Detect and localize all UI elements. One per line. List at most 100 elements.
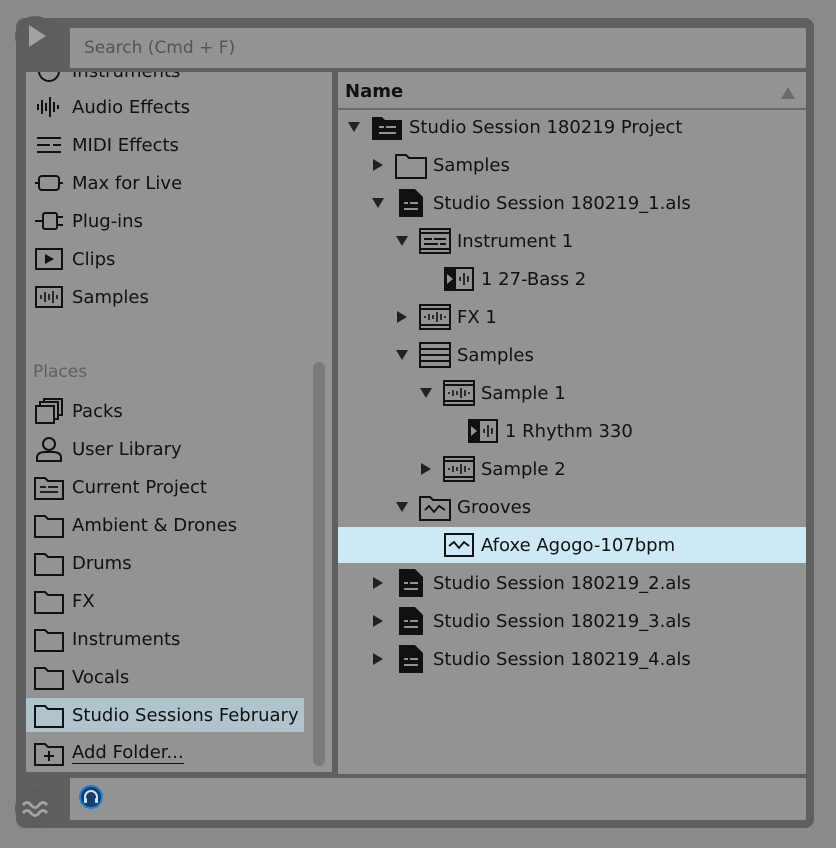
sidebar-item-label: Samples [72,286,149,308]
max-for-live-icon [34,169,64,197]
tree-row-label: Studio Session 180219_4.als [433,648,691,670]
sidebar-item-label: User Library [72,438,182,460]
audio-track-icon [443,455,475,483]
sidebar-item-label: FX [72,590,95,612]
tree-row[interactable]: Sample 1 [338,375,806,411]
places-heading: Places [33,362,88,382]
sidebar-item-audio-effects[interactable]: Audio Effects [26,90,304,124]
sidebar-item-label: Instruments [72,72,180,82]
samples-icon [34,283,64,311]
project-folder-icon [34,473,64,501]
sidebar-item-instruments[interactable]: Instruments [26,72,304,88]
tree-row[interactable]: Instrument 1 [338,223,806,259]
name-column-header[interactable]: Name [338,74,806,110]
tree-row-label: Sample 2 [481,458,566,480]
bottom-edge [0,842,836,848]
folder-icon [34,663,64,691]
tree-row-label: Instrument 1 [457,230,574,252]
tree-row-label: Studio Session 180219_1.als [433,192,691,214]
expanded-triangle-icon[interactable] [371,196,385,210]
tree-row[interactable]: Studio Session 180219_1.als [338,185,806,221]
tree-row-label: Samples [433,154,510,176]
sidebar-item-packs[interactable]: Packs [26,394,304,428]
sidebar-item-studio-sessions-february[interactable]: Studio Sessions February [26,698,304,732]
tree-row[interactable]: Samples [338,147,806,183]
collapsed-triangle-icon[interactable] [371,652,385,666]
add-folder-button[interactable]: Add Folder... [26,736,304,770]
sidebar-item-drums[interactable]: Drums [26,546,304,580]
file-tree: Name Studio Session 180219 Project Sampl… [338,72,806,774]
search-input[interactable]: Search (Cmd + F) [70,28,806,68]
collapsed-triangle-icon[interactable] [395,310,409,324]
tree-row[interactable]: Studio Session 180219 Project [338,109,806,145]
sidebar-item-max-for-live[interactable]: Max for Live [26,166,304,200]
sidebar-item-instruments-folder[interactable]: Instruments [26,622,304,656]
expanded-triangle-icon[interactable] [347,120,361,134]
project-folder-icon [371,113,403,141]
groove-icon [16,789,54,827]
groove-pool-button[interactable] [15,788,55,828]
headphones-icon [79,785,103,809]
tree-row-label: Afoxe Agogo-107bpm [481,534,676,556]
preview-toggle-button[interactable] [78,784,104,814]
groove-folder-icon [419,493,451,521]
tree-row[interactable]: Samples [338,337,806,373]
tree-row[interactable]: FX 1 [338,299,806,335]
folder-icon [395,151,427,179]
audio-track-icon [443,379,475,407]
tree-row[interactable]: Studio Session 180219_2.als [338,565,806,601]
sidebar-item-samples[interactable]: Samples [26,280,304,314]
live-set-icon [395,189,427,217]
midi-effects-icon [34,131,64,159]
sidebar-item-fx[interactable]: FX [26,584,304,618]
sidebar-item-current-project[interactable]: Current Project [26,470,304,504]
collapsed-triangle-icon[interactable] [371,158,385,172]
collapsed-triangle-icon[interactable] [419,462,433,476]
tree-row[interactable]: 1 Rhythm 330 [338,413,806,449]
folder-icon [34,549,64,577]
clips-icon [34,245,64,273]
tree-row[interactable]: Studio Session 180219_3.als [338,603,806,639]
sidebar-item-midi-effects[interactable]: MIDI Effects [26,128,304,162]
play-icon [16,17,54,55]
tree-row[interactable]: Sample 2 [338,451,806,487]
group-track-icon [419,341,451,369]
tree-row-selected[interactable]: Afoxe Agogo-107bpm [338,527,806,563]
plug-ins-icon [34,207,64,235]
sidebar-item-label: Max for Live [72,172,183,194]
expanded-triangle-icon[interactable] [395,234,409,248]
sidebar-item-clips[interactable]: Clips [26,242,304,276]
sidebar-scrollbar[interactable] [313,362,325,766]
tree-row-label: Studio Session 180219_3.als [433,610,691,632]
search-placeholder: Search (Cmd + F) [84,38,236,58]
groove-icon [443,531,475,559]
sidebar-item-plug-ins[interactable]: Plug-ins [26,204,304,238]
sidebar-item-label: Packs [72,400,123,422]
play-toggle-button[interactable] [15,16,55,56]
live-set-icon [395,569,427,597]
audio-effects-icon [34,93,64,121]
sidebar-item-ambient-drones[interactable]: Ambient & Drones [26,508,304,542]
expanded-triangle-icon[interactable] [419,386,433,400]
instrument-track-icon [419,227,451,255]
add-folder-icon [34,739,64,767]
sidebar-item-label: Instruments [72,628,181,650]
tree-row[interactable]: Grooves [338,489,806,525]
expanded-triangle-icon[interactable] [395,500,409,514]
tree-row-label: Studio Session 180219_2.als [433,572,691,594]
collapsed-triangle-icon[interactable] [371,576,385,590]
folder-icon [34,511,64,539]
sidebar-item-label: Audio Effects [72,96,191,118]
expanded-triangle-icon[interactable] [395,348,409,362]
packs-icon [34,397,64,425]
tree-row[interactable]: Studio Session 180219_4.als [338,641,806,677]
folder-icon [34,701,64,729]
live-set-icon [395,607,427,635]
sidebar-item-label: MIDI Effects [72,134,179,156]
tree-row[interactable]: 1 27-Bass 2 [338,261,806,297]
collapsed-triangle-icon[interactable] [371,614,385,628]
sidebar-item-user-library[interactable]: User Library [26,432,304,466]
folder-icon [34,587,64,615]
sidebar-item-vocals[interactable]: Vocals [26,660,304,694]
